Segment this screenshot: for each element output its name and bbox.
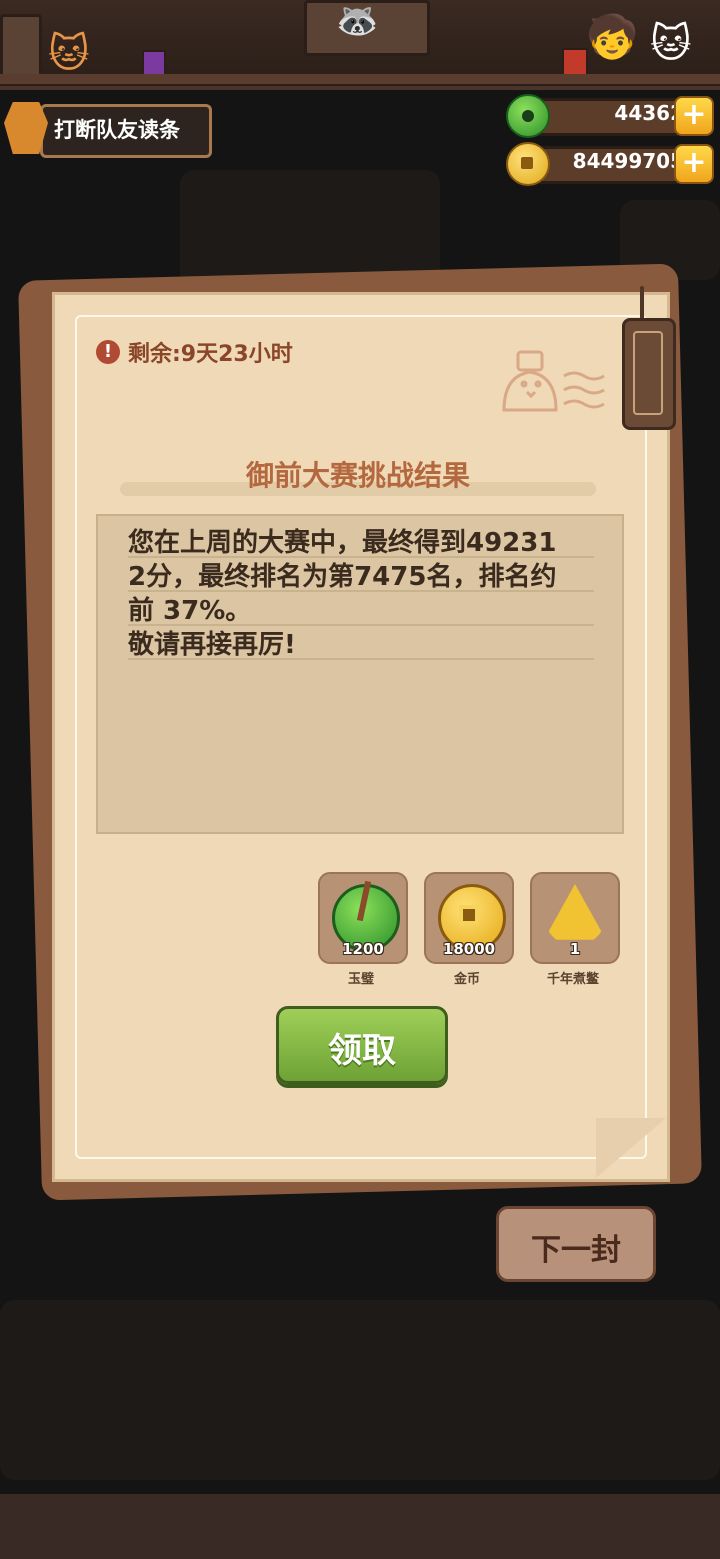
shelf-board bbox=[0, 74, 720, 84]
reward-item-turtle[interactable]: 1 千年煮鳖 bbox=[530, 872, 620, 987]
letter-tag-icon[interactable] bbox=[622, 318, 676, 430]
warning-icon: ! bbox=[96, 340, 120, 364]
claim-button[interactable]: 领取 bbox=[276, 1006, 448, 1084]
reward-slot: 1200 bbox=[318, 872, 408, 964]
reward-item-jade[interactable]: 1200 玉璧 bbox=[318, 872, 408, 987]
reward-count: 1200 bbox=[342, 940, 384, 958]
bottom-bar bbox=[0, 1494, 720, 1559]
wall-frame bbox=[0, 14, 42, 80]
coin-currency: 84499705 + bbox=[506, 142, 714, 186]
add-coin-button[interactable]: + bbox=[674, 144, 714, 184]
tag-string bbox=[640, 286, 644, 320]
remaining-time-label: 剩余:9天23小时 bbox=[128, 342, 293, 367]
reward-name: 金币 bbox=[453, 972, 480, 987]
message-box: 您在上周的大赛中，最终得到49231 2分，最终排名为第7475名，排名约 前 … bbox=[96, 514, 624, 834]
next-letter-button[interactable]: 下一封 bbox=[496, 1206, 656, 1282]
remaining-time: ! 剩余:9天23小时 bbox=[96, 336, 293, 368]
reward-name: 千年煮鳖 bbox=[546, 972, 599, 987]
claim-button-label: 领取 bbox=[328, 1031, 396, 1071]
reward-slot: 1 bbox=[530, 872, 620, 964]
next-letter-label: 下一封 bbox=[531, 1233, 621, 1268]
reward-item-coin[interactable]: 18000 金币 bbox=[424, 872, 514, 987]
reward-slot: 18000 bbox=[424, 872, 514, 964]
message-text: 您在上周的大赛中，最终得到49231 2分，最终排名为第7475名，排名约 前 … bbox=[128, 528, 557, 660]
jade-disc-icon bbox=[506, 94, 550, 138]
turtle-item-icon bbox=[544, 884, 606, 940]
reward-count: 1 bbox=[569, 940, 581, 958]
cat-icon: 🐱 bbox=[48, 31, 90, 77]
top-shelf: 🐱 🦝 🧒 🐱 bbox=[0, 0, 720, 90]
coin-amount: 84499705 bbox=[572, 149, 684, 173]
add-jade-button[interactable]: + bbox=[674, 96, 714, 136]
letter-title: 御前大赛挑战结果 bbox=[245, 459, 470, 492]
reward-count: 18000 bbox=[442, 940, 496, 958]
gold-coin-icon bbox=[506, 142, 550, 186]
team-tag-label: 打断队友读条 bbox=[54, 118, 180, 142]
background-decoration bbox=[0, 1300, 720, 1480]
team-tag-button[interactable]: 打断队友读条 bbox=[4, 102, 212, 158]
duck-stamp-icon bbox=[502, 350, 605, 412]
jade-currency: 44362 + bbox=[506, 94, 714, 138]
raccoon-icon: 🦝 bbox=[336, 1, 379, 41]
reward-name: 玉璧 bbox=[347, 972, 374, 987]
white-cat-icon: 🐱 bbox=[650, 21, 692, 67]
character-icon: 🧒 bbox=[586, 12, 639, 61]
